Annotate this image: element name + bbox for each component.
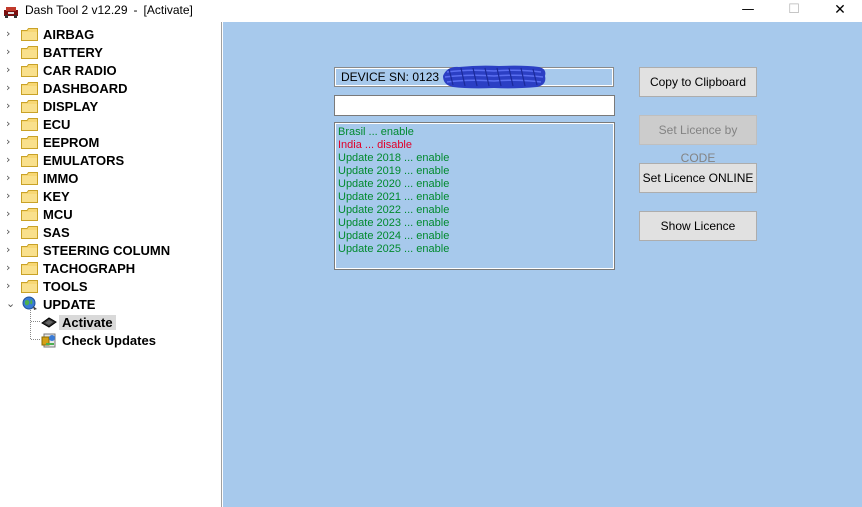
tree-item-key[interactable]: › KEY — [0, 187, 222, 205]
folder-icon — [21, 172, 38, 185]
log-line: Update 2023 ... enable — [338, 217, 450, 229]
log-line: India ... disable — [338, 139, 412, 151]
app-name: Dash Tool 2 v12.29 — [25, 3, 128, 17]
folder-icon — [21, 190, 38, 203]
tree-item-display[interactable]: › DISPLAY — [0, 97, 222, 115]
tree-item-label: UPDATE — [43, 297, 96, 312]
chevron-right-icon[interactable]: › — [6, 153, 16, 167]
log-line: Update 2019 ... enable — [338, 165, 450, 177]
redaction-scribble — [443, 65, 546, 89]
chevron-right-icon[interactable]: › — [6, 189, 16, 203]
tree-item-activate[interactable]: Activate — [0, 313, 222, 331]
minimize-button[interactable]: — — [725, 0, 771, 22]
folder-icon — [21, 208, 38, 221]
tree-item-label: TACHOGRAPH — [43, 261, 136, 276]
tree-item-label: EEPROM — [43, 135, 100, 150]
folder-icon — [21, 82, 38, 95]
tree-item-update[interactable]: ⌄ UPDATE — [0, 295, 222, 313]
chevron-right-icon[interactable]: › — [6, 225, 16, 239]
chevron-right-icon[interactable]: › — [6, 279, 16, 293]
tree-item-label: KEY — [43, 189, 70, 204]
chip-icon — [41, 317, 57, 328]
tree-item-label: EMULATORS — [43, 153, 125, 168]
tree-item-label: CAR RADIO — [43, 63, 117, 78]
tree-item-mcu[interactable]: › MCU — [0, 205, 222, 223]
tree-item-sas[interactable]: › SAS — [0, 223, 222, 241]
folder-icon — [21, 226, 38, 239]
tree-item-steering-column[interactable]: › STEERING COLUMN — [0, 241, 222, 259]
tree-item-label: MCU — [43, 207, 73, 222]
folder-icon — [21, 28, 38, 41]
tree-item-ecu[interactable]: › ECU — [0, 115, 222, 133]
chevron-right-icon[interactable]: › — [6, 261, 16, 275]
folder-icon — [21, 100, 38, 113]
tree-item-label: TOOLS — [43, 279, 88, 294]
tree-item-tachograph[interactable]: › TACHOGRAPH — [0, 259, 222, 277]
tree-item-label: IMMO — [43, 171, 79, 186]
log-line: Update 2022 ... enable — [338, 204, 450, 216]
folder-icon — [21, 64, 38, 77]
log-line: Brasil ... enable — [338, 126, 414, 138]
log-line: Update 2018 ... enable — [338, 152, 450, 164]
tree-item-label: Check Updates — [62, 333, 156, 348]
tree-item-label: AIRBAG — [43, 27, 95, 42]
chevron-right-icon[interactable]: › — [6, 99, 16, 113]
update-icon — [41, 333, 56, 348]
chevron-right-icon[interactable]: › — [6, 207, 16, 221]
folder-icon — [21, 280, 38, 293]
chevron-right-icon[interactable]: › — [6, 243, 16, 257]
set-licence-by-code-button[interactable]: Set Licence by CODE — [639, 115, 757, 165]
window-title: Dash Tool 2 v12.29- [Activate] — [25, 3, 193, 17]
tree-item-label: Activate — [59, 315, 116, 330]
tree-item-label: ECU — [43, 117, 71, 132]
tree-item-dashboard[interactable]: › DASHBOARD — [0, 79, 222, 97]
app-icon — [4, 7, 18, 18]
tree-item-immo[interactable]: › IMMO — [0, 169, 222, 187]
tree-item-label: DASHBOARD — [43, 81, 128, 96]
folder-icon — [21, 136, 38, 149]
chevron-right-icon[interactable]: › — [6, 171, 16, 185]
log-line: Update 2020 ... enable — [338, 178, 450, 190]
tree-item-car-radio[interactable]: › CAR RADIO — [0, 61, 222, 79]
chevron-right-icon[interactable]: › — [6, 27, 16, 41]
log-line: Update 2025 ... enable — [338, 243, 450, 255]
close-button[interactable]: ✕ — [817, 0, 862, 22]
title-context: [Activate] — [143, 3, 193, 17]
tree-item-airbag[interactable]: › AIRBAG — [0, 25, 222, 43]
tree-item-eeprom[interactable]: › EEPROM — [0, 133, 222, 151]
chevron-right-icon[interactable]: › — [6, 45, 16, 59]
log-line: Update 2021 ... enable — [338, 191, 450, 203]
set-licence-online-button[interactable]: Set Licence ONLINE — [639, 163, 757, 193]
folder-icon — [21, 262, 38, 275]
title-separator: - — [133, 3, 138, 17]
title-bar: Dash Tool 2 v12.29- [Activate] — ☐ ✕ — [0, 0, 862, 22]
folder-icon — [21, 244, 38, 257]
folder-icon — [21, 46, 38, 59]
tree-item-label: BATTERY — [43, 45, 103, 60]
chevron-down-icon[interactable]: ⌄ — [6, 297, 16, 311]
tree-item-label: DISPLAY — [43, 99, 99, 114]
activation-panel: DEVICE SN: 0123 Brasil ... enable India … — [223, 22, 862, 507]
tree-item-tools[interactable]: › TOOLS — [0, 277, 222, 295]
tree-item-label: STEERING COLUMN — [43, 243, 171, 258]
log-line: Update 2024 ... enable — [338, 230, 450, 242]
folder-icon — [21, 118, 38, 131]
folder-icon — [21, 154, 38, 167]
tree-item-label: SAS — [43, 225, 70, 240]
chevron-right-icon[interactable]: › — [6, 117, 16, 131]
show-licence-button[interactable]: Show Licence — [639, 211, 757, 241]
maximize-button[interactable]: ☐ — [771, 0, 817, 22]
tree-item-check-updates[interactable]: Check Updates — [0, 331, 222, 349]
copy-to-clipboard-button[interactable]: Copy to Clipboard — [639, 67, 757, 97]
tree-item-emulators[interactable]: › EMULATORS — [0, 151, 222, 169]
chevron-right-icon[interactable]: › — [6, 135, 16, 149]
category-tree[interactable]: › AIRBAG › BATTERY › CAR RADIO › DASHBOA… — [0, 22, 222, 507]
licence-code-input[interactable] — [334, 95, 615, 116]
chevron-right-icon[interactable]: › — [6, 81, 16, 95]
chevron-right-icon[interactable]: › — [6, 63, 16, 77]
tree-item-battery[interactable]: › BATTERY — [0, 43, 222, 61]
globe-icon — [22, 296, 37, 310]
licence-status-log: Brasil ... enable India ... disable Upda… — [334, 122, 615, 270]
